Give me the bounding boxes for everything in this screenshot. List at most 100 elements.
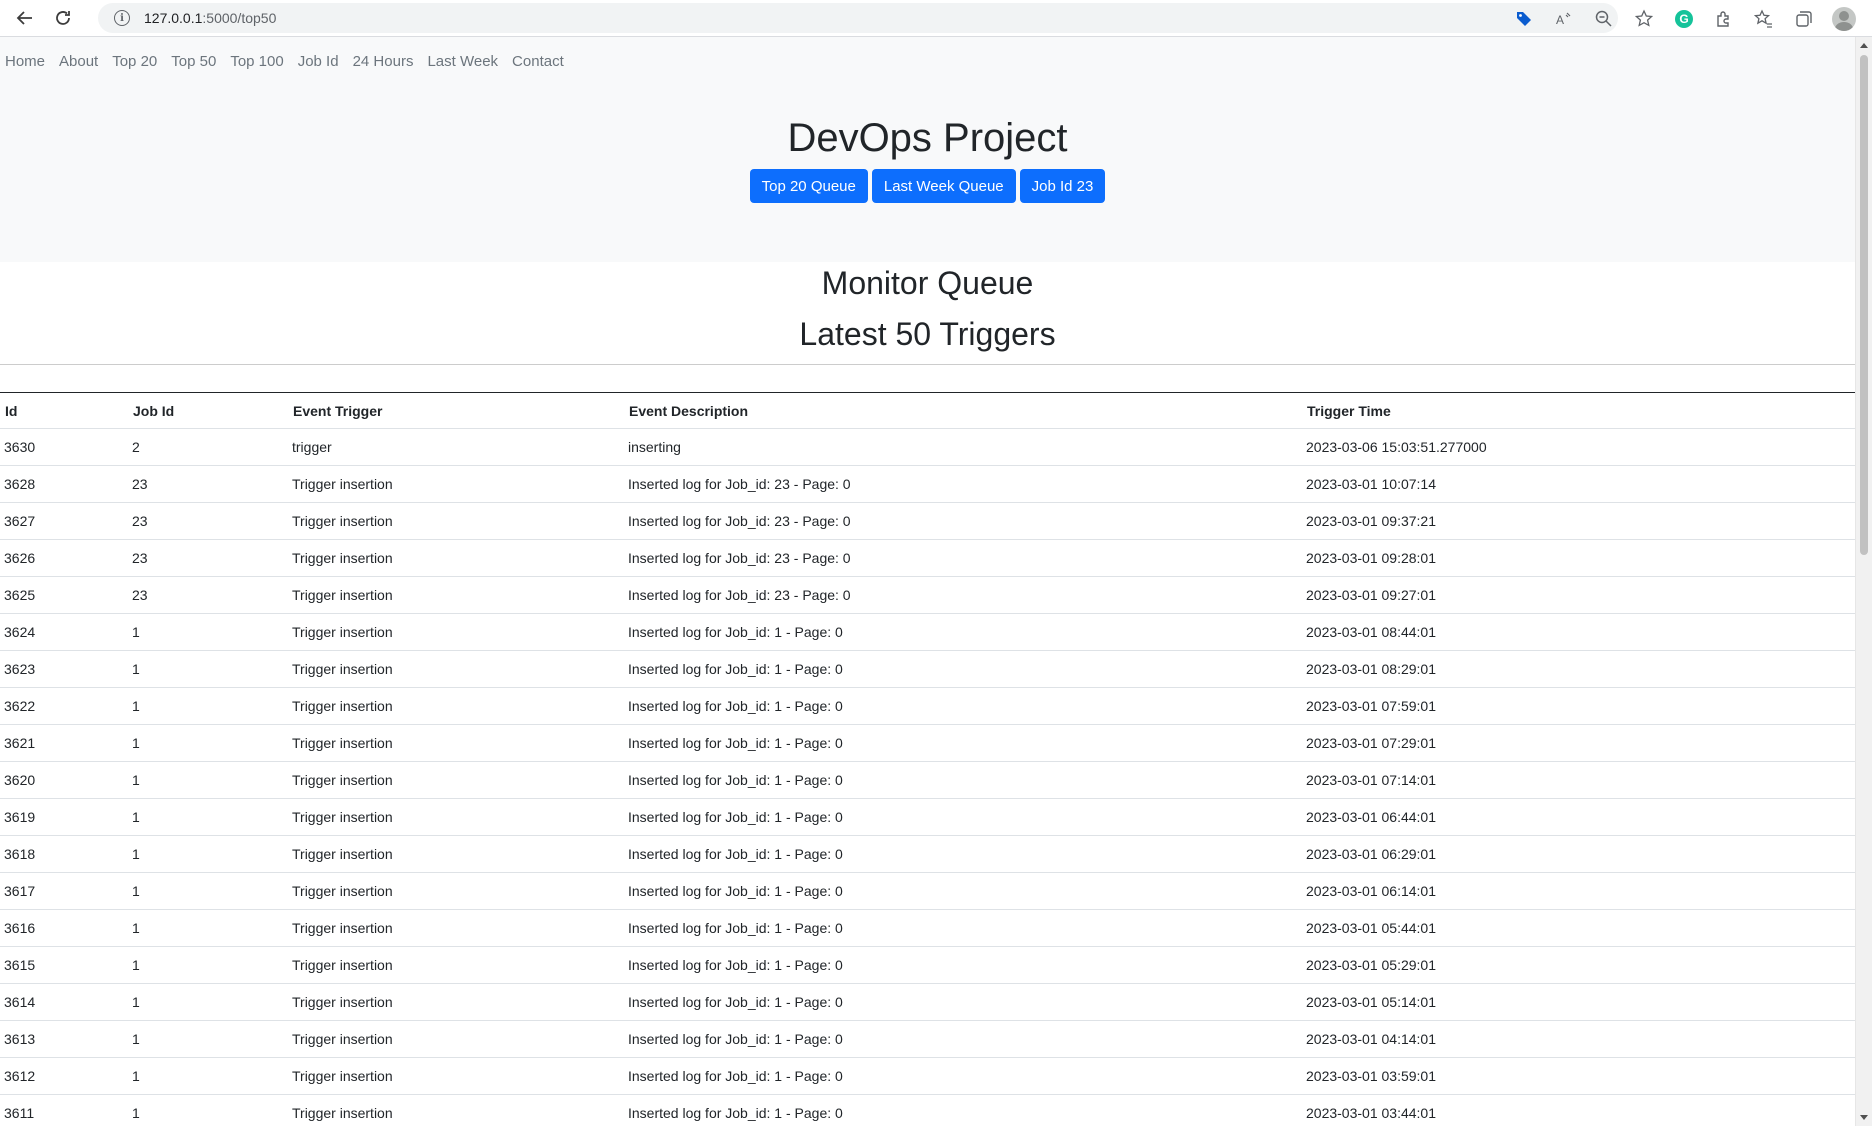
back-arrow-icon[interactable] xyxy=(8,3,42,33)
cell-job-id: 1 xyxy=(128,1020,288,1058)
table-row: 3630 2 trigger inserting 2023-03-06 15:03:51… xyxy=(0,428,1855,466)
top-20-queue-button[interactable]: Top 20 Queue xyxy=(749,169,868,203)
cell-event-trigger: Trigger insertion xyxy=(288,983,624,1021)
cell-trigger-time: 2023-03-01 06:14:01 xyxy=(1302,872,1855,910)
cell-id: 3614 xyxy=(0,983,128,1021)
cell-trigger-time: 2023-03-01 08:29:01 xyxy=(1302,650,1855,688)
cell-id: 3620 xyxy=(0,761,128,799)
cell-event-description: Inserted log for Job_id: 23 - Page: 0 xyxy=(624,502,1302,540)
table-row: 3618 1 Trigger insertion Inserted log for J… xyxy=(0,835,1855,873)
cell-event-description: Inserted log for Job_id: 1 - Page: 0 xyxy=(624,1057,1302,1095)
nav-link-24-hours[interactable]: 24 Hours xyxy=(353,53,414,70)
cell-trigger-time: 2023-03-01 04:14:01 xyxy=(1302,1020,1855,1058)
favorites-icon[interactable] xyxy=(1746,1,1782,37)
cell-trigger-time: 2023-03-01 05:44:01 xyxy=(1302,909,1855,947)
cell-event-description: Inserted log for Job_id: 1 - Page: 0 xyxy=(624,724,1302,762)
grammarly-icon[interactable]: G xyxy=(1666,1,1702,37)
cell-id: 3618 xyxy=(0,835,128,873)
cell-event-description: Inserted log for Job_id: 23 - Page: 0 xyxy=(624,576,1302,614)
table-row: 3622 1 Trigger insertion Inserted log for J… xyxy=(0,687,1855,725)
section-subtitle: Latest 50 Triggers xyxy=(799,316,1056,352)
cell-trigger-time: 2023-03-01 07:14:01 xyxy=(1302,761,1855,799)
cell-event-description: Inserted log for Job_id: 1 - Page: 0 xyxy=(624,761,1302,799)
collections-icon[interactable] xyxy=(1786,1,1822,37)
cell-job-id: 23 xyxy=(128,465,288,503)
cell-trigger-time: 2023-03-01 06:29:01 xyxy=(1302,835,1855,873)
url-text[interactable]: 127.0.0.1:5000/top50 xyxy=(144,10,276,26)
triggers-table: Id Job Id Event Trigger Event Descriptio… xyxy=(0,392,1855,1126)
table-row: 3615 1 Trigger insertion Inserted log for J… xyxy=(0,946,1855,984)
url-host: 127.0.0.1 xyxy=(144,10,203,26)
cell-trigger-time: 2023-03-01 09:37:21 xyxy=(1302,502,1855,540)
cell-event-trigger: Trigger insertion xyxy=(288,835,624,873)
vertical-scrollbar[interactable] xyxy=(1855,37,1872,1126)
address-bar[interactable]: i 127.0.0.1:5000/top50 xyxy=(98,3,1618,33)
nav-link-contact[interactable]: Contact xyxy=(512,53,564,70)
info-icon[interactable]: i xyxy=(114,10,130,26)
reload-icon[interactable] xyxy=(46,3,80,33)
cell-id: 3613 xyxy=(0,1020,128,1058)
page-content: Home About Top 20 Top 50 Top 100 Job Id 24 Hou… xyxy=(0,37,1855,1126)
cell-event-description: Inserted log for Job_id: 1 - Page: 0 xyxy=(624,872,1302,910)
cell-job-id: 23 xyxy=(128,576,288,614)
read-aloud-icon[interactable]: A xyxy=(1546,1,1582,37)
top-nav: Home About Top 20 Top 50 Top 100 Job Id 24 Hou… xyxy=(0,37,1855,70)
cell-id: 3616 xyxy=(0,909,128,947)
nav-link-job-id[interactable]: Job Id xyxy=(298,53,339,70)
cell-id: 3624 xyxy=(0,613,128,651)
table-row: 3628 23 Trigger insertion Inserted log for … xyxy=(0,465,1855,503)
cell-event-trigger: Trigger insertion xyxy=(288,576,624,614)
cell-id: 3622 xyxy=(0,687,128,725)
cell-id: 3626 xyxy=(0,539,128,577)
cell-event-description: Inserted log for Job_id: 1 - Page: 0 xyxy=(624,798,1302,836)
section-title: Monitor Queue xyxy=(821,265,1034,301)
cell-id: 3617 xyxy=(0,872,128,910)
table-row: 3620 1 Trigger insertion Inserted log for J… xyxy=(0,761,1855,799)
svg-text:A: A xyxy=(1556,13,1564,27)
cell-job-id: 23 xyxy=(128,502,288,540)
zoom-out-icon[interactable] xyxy=(1586,1,1622,37)
column-header-event-description: Event Description xyxy=(624,392,1302,429)
cell-event-description: Inserted log for Job_id: 1 - Page: 0 xyxy=(624,983,1302,1021)
nav-link-top-50[interactable]: Top 50 xyxy=(171,53,216,70)
table-row: 3627 23 Trigger insertion Inserted log for … xyxy=(0,502,1855,540)
nav-link-about[interactable]: About xyxy=(59,53,98,70)
section-header: Monitor Queue Latest 50 Triggers xyxy=(0,265,1855,353)
cell-event-trigger: Trigger insertion xyxy=(288,1094,624,1126)
cell-event-description: Inserted log for Job_id: 1 - Page: 0 xyxy=(624,613,1302,651)
cell-event-description: Inserted log for Job_id: 1 - Page: 0 xyxy=(624,1094,1302,1126)
cell-event-trigger: Trigger insertion xyxy=(288,502,624,540)
profile-avatar-icon[interactable] xyxy=(1826,1,1862,37)
cell-id: 3625 xyxy=(0,576,128,614)
table-row: 3625 23 Trigger insertion Inserted log for … xyxy=(0,576,1855,614)
cell-job-id: 1 xyxy=(128,724,288,762)
cell-trigger-time: 2023-03-01 07:59:01 xyxy=(1302,687,1855,725)
cell-id: 3628 xyxy=(0,465,128,503)
cell-event-trigger: Trigger insertion xyxy=(288,946,624,984)
column-header-trigger-time: Trigger Time xyxy=(1302,392,1855,429)
nav-link-home[interactable]: Home xyxy=(5,53,45,70)
nav-link-last-week[interactable]: Last Week xyxy=(427,53,498,70)
page-title: DevOps Project xyxy=(787,116,1068,160)
cell-id: 3611 xyxy=(0,1094,128,1126)
add-favorite-icon[interactable] xyxy=(1626,1,1662,37)
table-row: 3616 1 Trigger insertion Inserted log for J… xyxy=(0,909,1855,947)
nav-link-top-100[interactable]: Top 100 xyxy=(230,53,283,70)
cell-trigger-time: 2023-03-01 05:29:01 xyxy=(1302,946,1855,984)
cell-event-trigger: Trigger insertion xyxy=(288,650,624,688)
table-row: 3619 1 Trigger insertion Inserted log for J… xyxy=(0,798,1855,836)
scrollbar-thumb[interactable] xyxy=(1860,55,1868,555)
job-id-23-button[interactable]: Job Id 23 xyxy=(1019,169,1106,203)
last-week-queue-button[interactable]: Last Week Queue xyxy=(871,169,1016,203)
scroll-down-arrow-icon[interactable] xyxy=(1860,1115,1868,1120)
cell-job-id: 1 xyxy=(128,909,288,947)
cell-event-trigger: Trigger insertion xyxy=(288,1057,624,1095)
cell-event-trigger: Trigger insertion xyxy=(288,761,624,799)
extensions-icon[interactable] xyxy=(1706,1,1742,37)
cell-trigger-time: 2023-03-01 06:44:01 xyxy=(1302,798,1855,836)
cell-trigger-time: 2023-03-01 03:59:01 xyxy=(1302,1057,1855,1095)
price-tag-icon[interactable] xyxy=(1506,1,1542,37)
cell-id: 3615 xyxy=(0,946,128,984)
nav-link-top-20[interactable]: Top 20 xyxy=(112,53,157,70)
scroll-up-arrow-icon[interactable] xyxy=(1860,43,1868,48)
